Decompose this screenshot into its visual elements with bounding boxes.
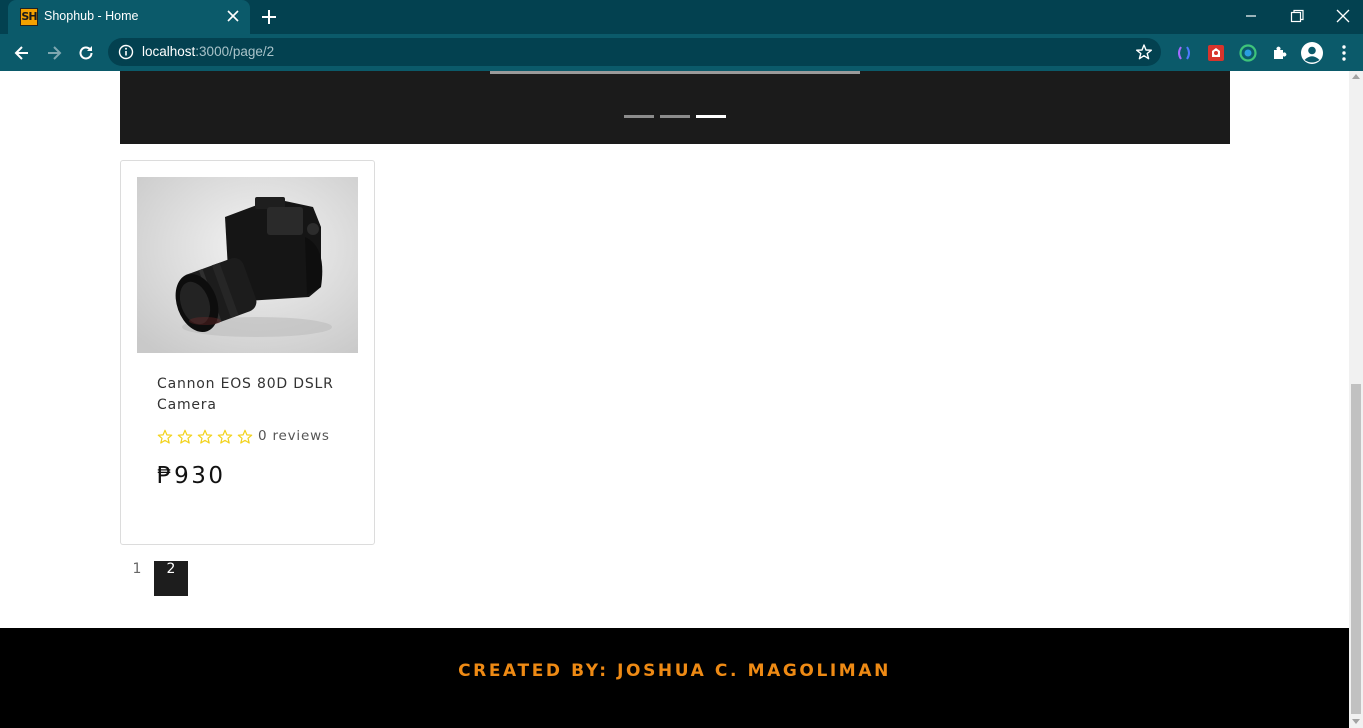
star-empty-icon [177, 429, 193, 444]
page-scrollbar[interactable] [1349, 71, 1363, 728]
footer-credit: CREATED BY: JOSHUA C. MAGOLIMAN [458, 661, 891, 681]
carousel-indicator-2[interactable] [660, 115, 690, 118]
page-content: Cannon EOS 80D DSLR Camera 0 reviews ₱93… [0, 71, 1349, 728]
extension-target-icon[interactable] [1238, 43, 1258, 63]
scroll-up-arrow-icon[interactable] [1352, 74, 1360, 79]
url-host: localhost [142, 44, 196, 59]
browser-tab-strip: SH Shophub - Home [0, 0, 1363, 34]
product-card[interactable]: Cannon EOS 80D DSLR Camera 0 reviews ₱93… [120, 160, 375, 545]
carousel-indicator-3[interactable] [696, 115, 726, 118]
carousel-indicator-1[interactable] [624, 115, 654, 118]
extensions-puzzle-icon[interactable] [1270, 43, 1290, 63]
url-path: :3000/page/2 [195, 44, 275, 59]
scrollbar-thumb[interactable] [1351, 384, 1361, 714]
page-link-1[interactable]: 1 [120, 561, 154, 596]
profile-icon[interactable] [1300, 41, 1324, 65]
page-link-2[interactable]: 2 [154, 561, 188, 596]
new-tab-plus-icon[interactable] [260, 8, 278, 26]
extension-red-icon[interactable] [1206, 43, 1226, 63]
close-tab-icon[interactable] [224, 7, 242, 25]
hero-carousel[interactable] [120, 71, 1230, 144]
product-price: ₱930 [157, 463, 226, 489]
forward-icon[interactable] [44, 43, 64, 63]
url-text: localhost:3000/page/2 [142, 44, 274, 59]
footer: CREATED BY: JOSHUA C. MAGOLIMAN [0, 628, 1349, 728]
tab-title: Shophub - Home [44, 9, 139, 23]
close-window-icon[interactable] [1333, 6, 1353, 26]
shophub-favicon-icon: SH [20, 8, 38, 26]
bookmark-star-icon[interactable] [1135, 43, 1153, 61]
product-name[interactable]: Cannon EOS 80D DSLR Camera [157, 374, 347, 416]
browser-toolbar: localhost:3000/page/2 [0, 34, 1363, 71]
site-info-icon[interactable] [118, 44, 134, 60]
star-empty-icon [237, 429, 253, 444]
review-count: 0 reviews [258, 428, 330, 444]
back-icon[interactable] [12, 43, 32, 63]
scroll-down-arrow-icon[interactable] [1352, 719, 1360, 724]
minimize-window-icon[interactable] [1241, 6, 1261, 26]
product-image[interactable] [137, 177, 358, 353]
star-empty-icon [217, 429, 233, 444]
star-empty-icon [157, 429, 173, 444]
star-empty-icon [197, 429, 213, 444]
extension-brackets-icon[interactable] [1174, 43, 1194, 63]
address-bar[interactable]: localhost:3000/page/2 [108, 38, 1161, 66]
browser-tab[interactable]: SH Shophub - Home [8, 0, 250, 34]
restore-window-icon[interactable] [1287, 6, 1307, 26]
carousel-slide-image-edge [490, 71, 860, 74]
reload-icon[interactable] [76, 43, 96, 63]
browser-menu-icon[interactable] [1334, 43, 1354, 63]
